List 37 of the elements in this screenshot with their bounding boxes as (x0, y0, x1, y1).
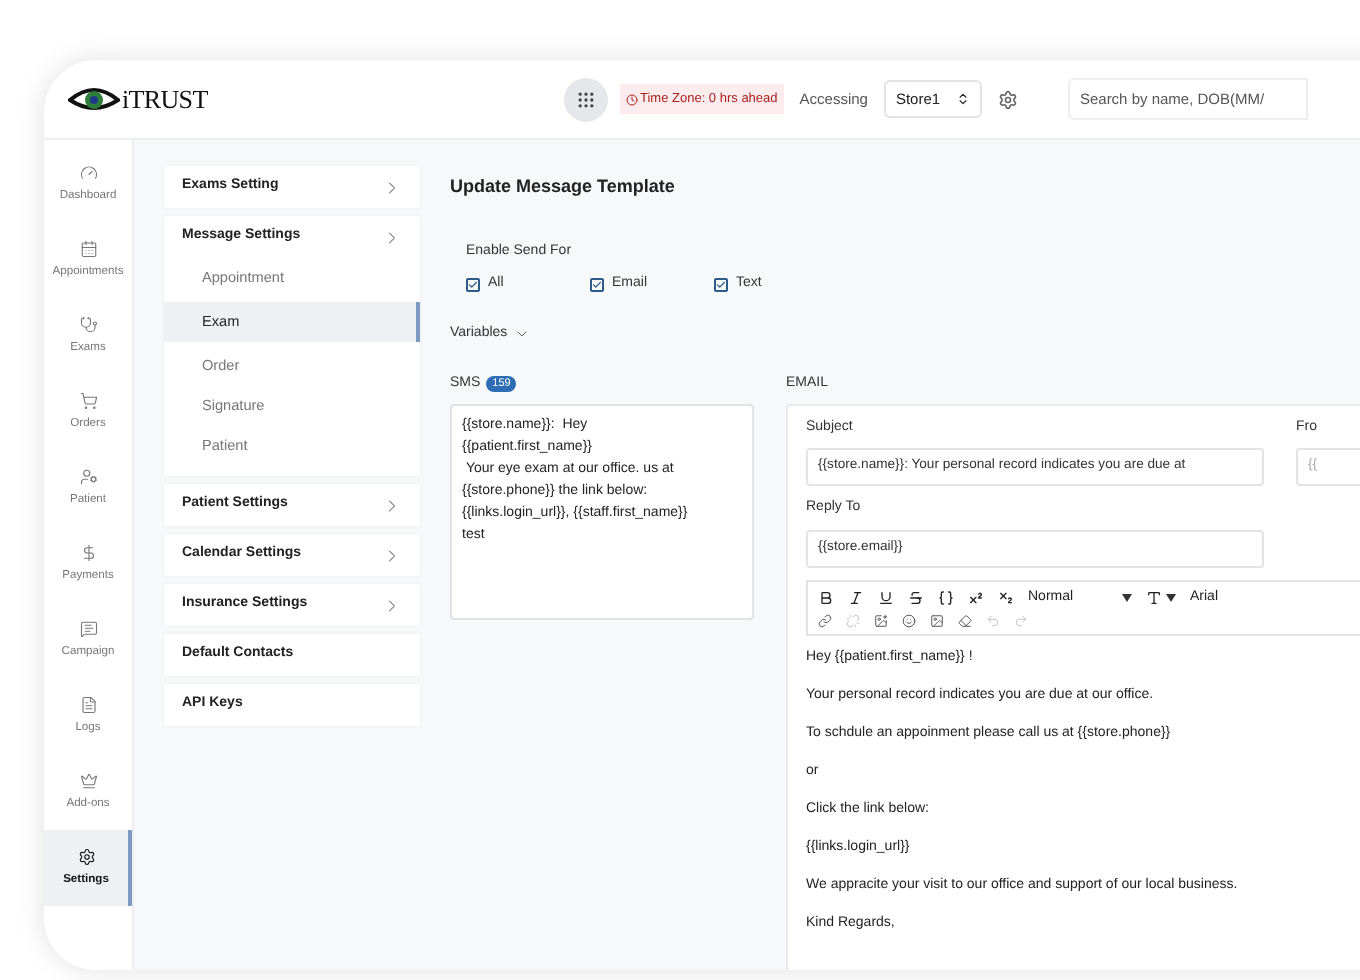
checkmark-icon (592, 279, 602, 290)
stethoscope-icon (79, 315, 97, 334)
document-icon (79, 695, 97, 714)
grid-icon (576, 89, 596, 109)
superscript-icon[interactable] (968, 589, 984, 606)
settings-icon[interactable] (997, 89, 1018, 109)
calendar-icon (79, 239, 97, 258)
link-icon[interactable] (818, 614, 832, 628)
message-icon (79, 619, 97, 638)
smile-icon[interactable] (902, 614, 916, 628)
dollar-icon (79, 543, 97, 562)
eraser-icon[interactable] (958, 614, 972, 628)
image-icon[interactable] (930, 614, 944, 628)
image-plus-icon[interactable] (874, 614, 888, 628)
gauge-icon (79, 163, 97, 182)
cart-icon (79, 391, 97, 410)
settings-icon (77, 847, 95, 866)
caret-down-icon (1166, 593, 1176, 602)
page-title: Update Message Template (450, 174, 677, 200)
bold-icon[interactable] (818, 589, 834, 606)
italic-icon[interactable] (848, 589, 864, 606)
user-gear-icon (79, 467, 97, 486)
clock-icon (626, 93, 638, 105)
apps-grid-button[interactable] (564, 77, 608, 121)
up-down-arrows-icon (955, 92, 970, 106)
underline-icon[interactable] (878, 589, 894, 606)
checkmark-icon (468, 279, 478, 290)
caret-down-icon (1122, 593, 1132, 602)
checkmark-icon (716, 279, 726, 290)
font-size-button[interactable] (1146, 589, 1176, 606)
text-size-icon (1146, 589, 1162, 606)
crown-icon (79, 771, 97, 790)
strikethrough-icon[interactable] (908, 589, 924, 606)
braces-icon[interactable] (938, 589, 954, 606)
eye-logo-icon (68, 83, 120, 115)
logo-text: iTRUST (122, 81, 208, 118)
subscript-icon[interactable] (998, 589, 1014, 606)
